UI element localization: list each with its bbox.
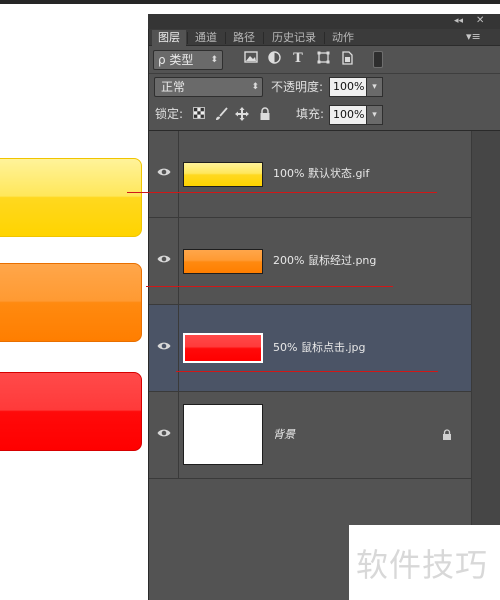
opacity-input[interactable]: 100% xyxy=(329,77,367,97)
layer-row[interactable]: 背景 xyxy=(149,392,471,479)
lock-all-icon[interactable] xyxy=(258,107,272,121)
opacity-label: 不透明度: xyxy=(271,80,324,94)
canvas-button-red xyxy=(0,372,142,451)
panel-title-strip[interactable] xyxy=(148,14,500,29)
filter-type-label: ρ 类型 xyxy=(158,53,194,67)
smart-object-filter-icon[interactable] xyxy=(339,51,355,67)
visibility-eye-icon[interactable] xyxy=(157,428,171,440)
fill-input[interactable]: 100% xyxy=(329,105,367,125)
tab-separator xyxy=(263,32,264,44)
layer-name[interactable]: 100% 默认状态.gif xyxy=(273,167,369,181)
blend-mode-select[interactable]: 正常 ⬍ xyxy=(154,77,263,97)
lock-transparent-icon[interactable] xyxy=(192,107,206,121)
visibility-column xyxy=(149,218,179,304)
blend-mode-value: 正常 xyxy=(161,80,186,94)
tab-layers[interactable]: 图层 xyxy=(152,30,186,46)
tab-separator xyxy=(187,32,188,44)
tab-actions[interactable]: 动作 xyxy=(327,30,359,46)
shape-filter-icon[interactable] xyxy=(315,51,331,67)
tab-channels[interactable]: 通道 xyxy=(189,30,223,46)
adjustment-filter-icon[interactable] xyxy=(266,51,282,67)
type-filter-icon[interactable]: T xyxy=(290,51,306,67)
layer-name[interactable]: 50% 鼠标点击.jpg xyxy=(273,341,365,355)
guide-line xyxy=(176,371,438,372)
layer-row[interactable]: 100% 默认状态.gif xyxy=(149,131,471,218)
select-caret-icon: ⬍ xyxy=(251,82,259,92)
layer-name[interactable]: 背景 xyxy=(273,428,295,442)
canvas-button-orange xyxy=(0,263,142,342)
visibility-eye-icon[interactable] xyxy=(157,341,171,353)
select-caret-icon: ⬍ xyxy=(210,55,218,65)
window-top-rule xyxy=(0,0,500,4)
fill-dropdown-icon[interactable]: ▾ xyxy=(366,105,383,125)
opacity-dropdown-icon[interactable]: ▾ xyxy=(366,77,383,97)
close-panel-icon[interactable]: ✕ xyxy=(476,15,484,26)
lock-icon xyxy=(441,429,453,441)
tab-separator xyxy=(324,32,325,44)
layer-row[interactable]: 200% 鼠标经过.png xyxy=(149,218,471,305)
lock-paint-icon[interactable] xyxy=(214,107,228,121)
filter-type-select[interactable]: ρ 类型 ⬍ xyxy=(153,50,223,70)
filter-toggle-switch[interactable] xyxy=(373,51,383,68)
guide-line xyxy=(146,286,393,287)
panel-menu-icon[interactable]: ▾≡ xyxy=(466,30,481,43)
layer-thumbnail-white xyxy=(183,404,263,465)
layer-thumbnail-red-button xyxy=(183,333,263,363)
layer-row-selected[interactable]: 50% 鼠标点击.jpg xyxy=(149,305,471,392)
layer-thumbnail-orange-button xyxy=(183,249,263,274)
layer-thumbnail-yellow-button xyxy=(183,162,263,187)
tab-separator xyxy=(225,32,226,44)
layer-name[interactable]: 200% 鼠标经过.png xyxy=(273,254,376,268)
collapse-panel-icon[interactable]: ◂◂ xyxy=(454,16,463,26)
lock-label: 锁定: xyxy=(155,107,184,121)
visibility-eye-icon[interactable] xyxy=(157,254,171,266)
fill-label: 填充: xyxy=(296,107,325,121)
guide-line xyxy=(127,192,437,193)
visibility-column xyxy=(149,392,179,478)
visibility-column xyxy=(149,131,179,217)
watermark-text: 软件技巧 xyxy=(356,546,489,584)
tab-history[interactable]: 历史记录 xyxy=(265,30,323,46)
lock-move-icon[interactable] xyxy=(235,107,249,121)
canvas-button-yellow xyxy=(0,158,142,237)
tab-paths[interactable]: 路径 xyxy=(227,30,261,46)
visibility-eye-icon[interactable] xyxy=(157,167,171,179)
visibility-column xyxy=(149,305,179,391)
image-filter-icon[interactable] xyxy=(243,51,259,67)
